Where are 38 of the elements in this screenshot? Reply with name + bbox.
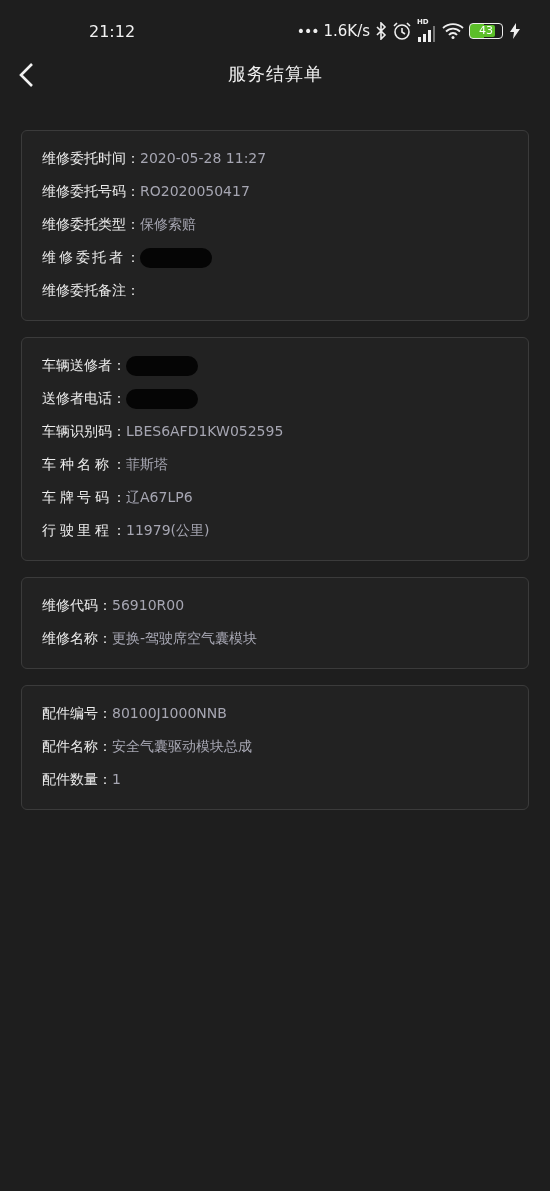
field-value: 菲斯塔 [126,455,168,474]
field-value: 保修索赔 [140,215,196,234]
field-label: 配件名称： [42,737,112,756]
charging-icon [510,23,520,39]
field-label: 配件数量： [42,770,112,789]
field-value: 1 [112,770,121,789]
back-button[interactable] [18,61,36,89]
field-label: 维修委托时间： [42,149,140,168]
field-label: 送修者电话： [42,389,126,408]
network-speed: 1.6K/s [323,22,370,40]
field-value: 辽A67LP6 [126,488,193,507]
field-label: 维修名称： [42,629,112,648]
bluetooth-icon [375,22,387,40]
wifi-icon [442,23,464,39]
field-value: 56910R00 [112,596,185,615]
notification-dots: ••• [296,23,319,39]
field-label: 车辆送修者： [42,356,126,375]
field-value: 11979(公里) [126,521,210,540]
status-time: 21:12 [89,21,136,41]
field-value: 80100J1000NNB [112,704,227,723]
field-label: 维修委托类型： [42,215,140,234]
field-value: RO2020050417 [140,182,250,201]
field-label: 车牌号码： [42,488,126,507]
field-value: 更换-驾驶席空气囊模块 [112,629,258,648]
field-label: 维修委托备注： [42,281,140,300]
field-value: 2020-05-28 11:27 [140,149,267,168]
page-title: 服务结算单 [227,62,323,86]
field-label: 车辆识别码： [42,422,126,441]
field-value: LBES6AFD1KW052595 [126,422,284,441]
field-label: 维修委托号码： [42,182,140,201]
field-label: 维修代码： [42,596,112,615]
field-label: 维修委托者： [42,248,140,267]
battery-icon: 43 [469,23,503,39]
field-label: 配件编号： [42,704,112,723]
field-label: 行驶里程： [42,521,126,540]
field-label: 车种名称： [42,455,126,474]
field-value: 安全气囊驱动模块总成 [112,737,252,756]
alarm-clock-icon [392,21,412,41]
